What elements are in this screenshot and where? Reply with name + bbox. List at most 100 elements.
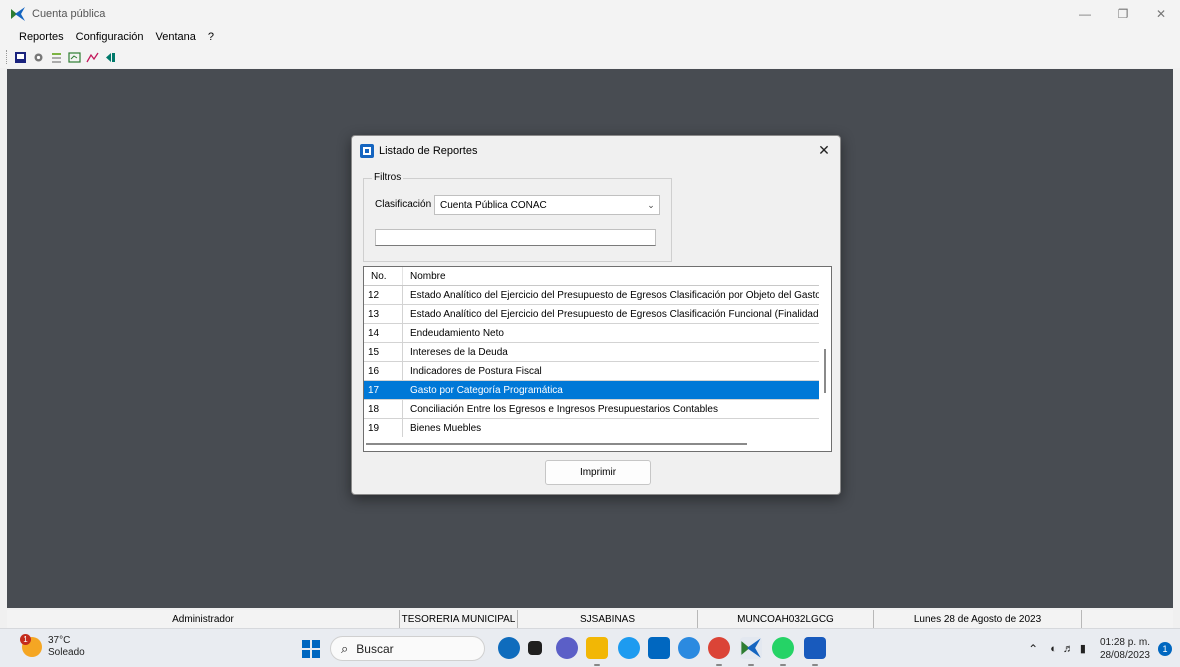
- taskbar: 1 37°C Soleado ⌕ Buscar ⌃ ◐ ♬ ▮ 01:28 p.…: [0, 628, 1180, 667]
- list-icon[interactable]: [49, 50, 64, 65]
- menu-help[interactable]: ?: [202, 31, 220, 43]
- cell-no: 17: [364, 381, 403, 399]
- chevron-up-icon[interactable]: ⌃: [1028, 642, 1038, 656]
- status-department: TESORERIA MUNICIPAL: [400, 610, 518, 628]
- file-explorer-icon[interactable]: [586, 637, 608, 659]
- system-tray: ⌃ ◐ ♬ ▮ 01:28 p. m. 28/08/2023 1: [1028, 629, 1180, 667]
- clasificacion-label: Clasificación: [375, 199, 432, 210]
- volume-icon[interactable]: ♬: [1063, 643, 1074, 655]
- column-header-no[interactable]: No.: [364, 267, 403, 285]
- table-row[interactable]: 14 Endeudamiento Neto: [364, 324, 820, 343]
- cell-nombre: Indicadores de Postura Fiscal: [410, 365, 542, 377]
- weather-temperature: 37°C: [48, 635, 71, 646]
- chart-icon[interactable]: [85, 50, 100, 65]
- column-header-nombre[interactable]: Nombre: [403, 267, 820, 285]
- cell-no: 14: [364, 324, 403, 342]
- cell-nombre: Endeudamiento Neto: [410, 327, 504, 339]
- menu-reportes[interactable]: Reportes: [13, 31, 70, 43]
- cell-nombre: Gasto por Categoría Programática: [410, 384, 563, 396]
- edge-icon[interactable]: [618, 637, 640, 659]
- table-row[interactable]: 15 Intereses de la Deuda: [364, 343, 820, 362]
- cell-nombre: Intereses de la Deuda: [410, 346, 508, 358]
- search-icon: ⌕: [341, 640, 349, 656]
- cell-nombre: Estado Analítico del Ejercicio del Presu…: [410, 308, 820, 320]
- menu-ventana[interactable]: Ventana: [150, 31, 202, 43]
- cuenta-publica-running-indicator: [748, 664, 754, 666]
- cell-nombre: Conciliación Entre los Egresos e Ingreso…: [410, 403, 718, 415]
- weather-widget[interactable]: 1 37°C Soleado: [20, 634, 85, 659]
- whatsapp-running-indicator: [780, 664, 786, 666]
- exit-icon[interactable]: [103, 50, 118, 65]
- menu-configuracion[interactable]: Configuración: [70, 31, 150, 43]
- table-row[interactable]: 18 Conciliación Entre los Egresos e Ingre…: [364, 400, 820, 419]
- wifi-icon[interactable]: ◐: [1050, 643, 1057, 655]
- teams-chat-icon[interactable]: [556, 637, 578, 659]
- dialog-icon: [360, 144, 374, 158]
- clasificacion-select[interactable]: Cuenta Pública CONAC ⌄: [434, 195, 660, 215]
- weather-badge: 1: [20, 634, 31, 645]
- status-user: Administrador: [7, 610, 400, 628]
- word-icon[interactable]: [804, 637, 826, 659]
- table-row[interactable]: 12 Estado Analítico del Ejercicio del Pre…: [364, 286, 820, 305]
- grid-horizontal-scrollbar[interactable]: [364, 437, 820, 451]
- windows-start-icon[interactable]: [302, 640, 320, 658]
- status-date: Lunes 28 de Agosto de 2023: [874, 610, 1082, 628]
- report-icon[interactable]: [13, 50, 28, 65]
- reports-dialog: Listado de Reportes ✕ Filtros Clasificac…: [351, 135, 841, 495]
- sun-icon: 1: [20, 634, 42, 657]
- bing-icon[interactable]: [498, 637, 520, 659]
- chrome-icon[interactable]: [708, 637, 730, 659]
- dialog-close-button[interactable]: ✕: [816, 142, 832, 158]
- grid-body: 12 Estado Analítico del Ejercicio del Pre…: [364, 286, 820, 438]
- clock[interactable]: 01:28 p. m. 28/08/2023: [1100, 636, 1150, 662]
- toolbar: [0, 46, 1180, 68]
- task-view-icon[interactable]: [528, 641, 542, 655]
- chevron-down-icon: ⌄: [647, 199, 655, 210]
- cell-no: 16: [364, 362, 403, 380]
- table-row[interactable]: 16 Indicadores de Postura Fiscal: [364, 362, 820, 381]
- file-explorer-running-indicator: [594, 664, 600, 666]
- clock-date: 28/08/2023: [1099, 649, 1150, 661]
- cuenta-publica-app-icon[interactable]: [740, 637, 762, 659]
- horizontal-scroll-thumb[interactable]: [366, 443, 747, 445]
- dialog-title-bar: Listado de Reportes ✕: [352, 136, 840, 166]
- close-window-button[interactable]: ✕: [1142, 0, 1180, 28]
- cell-nombre: Estado Analítico del Ejercicio del Presu…: [410, 289, 820, 301]
- clasificacion-value: Cuenta Pública CONAC: [440, 199, 547, 211]
- store-icon[interactable]: [648, 637, 670, 659]
- maximize-button[interactable]: ❐: [1104, 0, 1142, 28]
- battery-icon[interactable]: ▮: [1080, 642, 1086, 655]
- filters-legend: Filtros: [372, 172, 404, 183]
- chrome-running-indicator: [716, 664, 722, 666]
- window-controls: — ❐ ✕: [1066, 0, 1180, 28]
- table-row[interactable]: 17 Gasto por Categoría Programática: [364, 381, 820, 400]
- search-placeholder: Buscar: [356, 641, 394, 656]
- cell-nombre: Bienes Muebles: [410, 422, 482, 434]
- word-running-indicator: [812, 664, 818, 666]
- table-row[interactable]: 19 Bienes Muebles: [364, 419, 820, 438]
- weather-description: Soleado: [48, 647, 85, 658]
- title-bar: Cuenta pública — ❐ ✕: [0, 0, 1180, 28]
- grid-vertical-scrollbar[interactable]: [819, 267, 831, 438]
- cell-no: 19: [364, 419, 403, 437]
- help-icon[interactable]: [678, 637, 700, 659]
- cell-no: 18: [364, 400, 403, 418]
- config-icon[interactable]: [67, 50, 82, 65]
- connect-icon[interactable]: [31, 50, 46, 65]
- cell-no: 15: [364, 343, 403, 361]
- status-host: MUNCOAH032LGCG: [698, 610, 874, 628]
- notification-badge[interactable]: 1: [1158, 641, 1172, 656]
- reports-grid: No. Nombre 12 Estado Analítico del Ejerci…: [363, 266, 832, 452]
- status-bar: Administrador TESORERIA MUNICIPAL SJSABI…: [7, 610, 1173, 628]
- filter-text-input[interactable]: [375, 229, 656, 246]
- status-extra: [1082, 610, 1173, 628]
- vertical-scroll-thumb[interactable]: [824, 349, 826, 393]
- clock-time: 01:28 p. m.: [1099, 636, 1150, 648]
- table-row[interactable]: 13 Estado Analítico del Ejercicio del Pre…: [364, 305, 820, 324]
- print-button[interactable]: Imprimir: [545, 460, 651, 485]
- taskbar-search[interactable]: ⌕ Buscar: [330, 636, 485, 661]
- filters-group: Filtros Clasificación Cuenta Pública CON…: [363, 172, 672, 262]
- cell-no: 12: [364, 286, 403, 304]
- whatsapp-icon[interactable]: [772, 637, 794, 659]
- minimize-button[interactable]: —: [1066, 0, 1104, 28]
